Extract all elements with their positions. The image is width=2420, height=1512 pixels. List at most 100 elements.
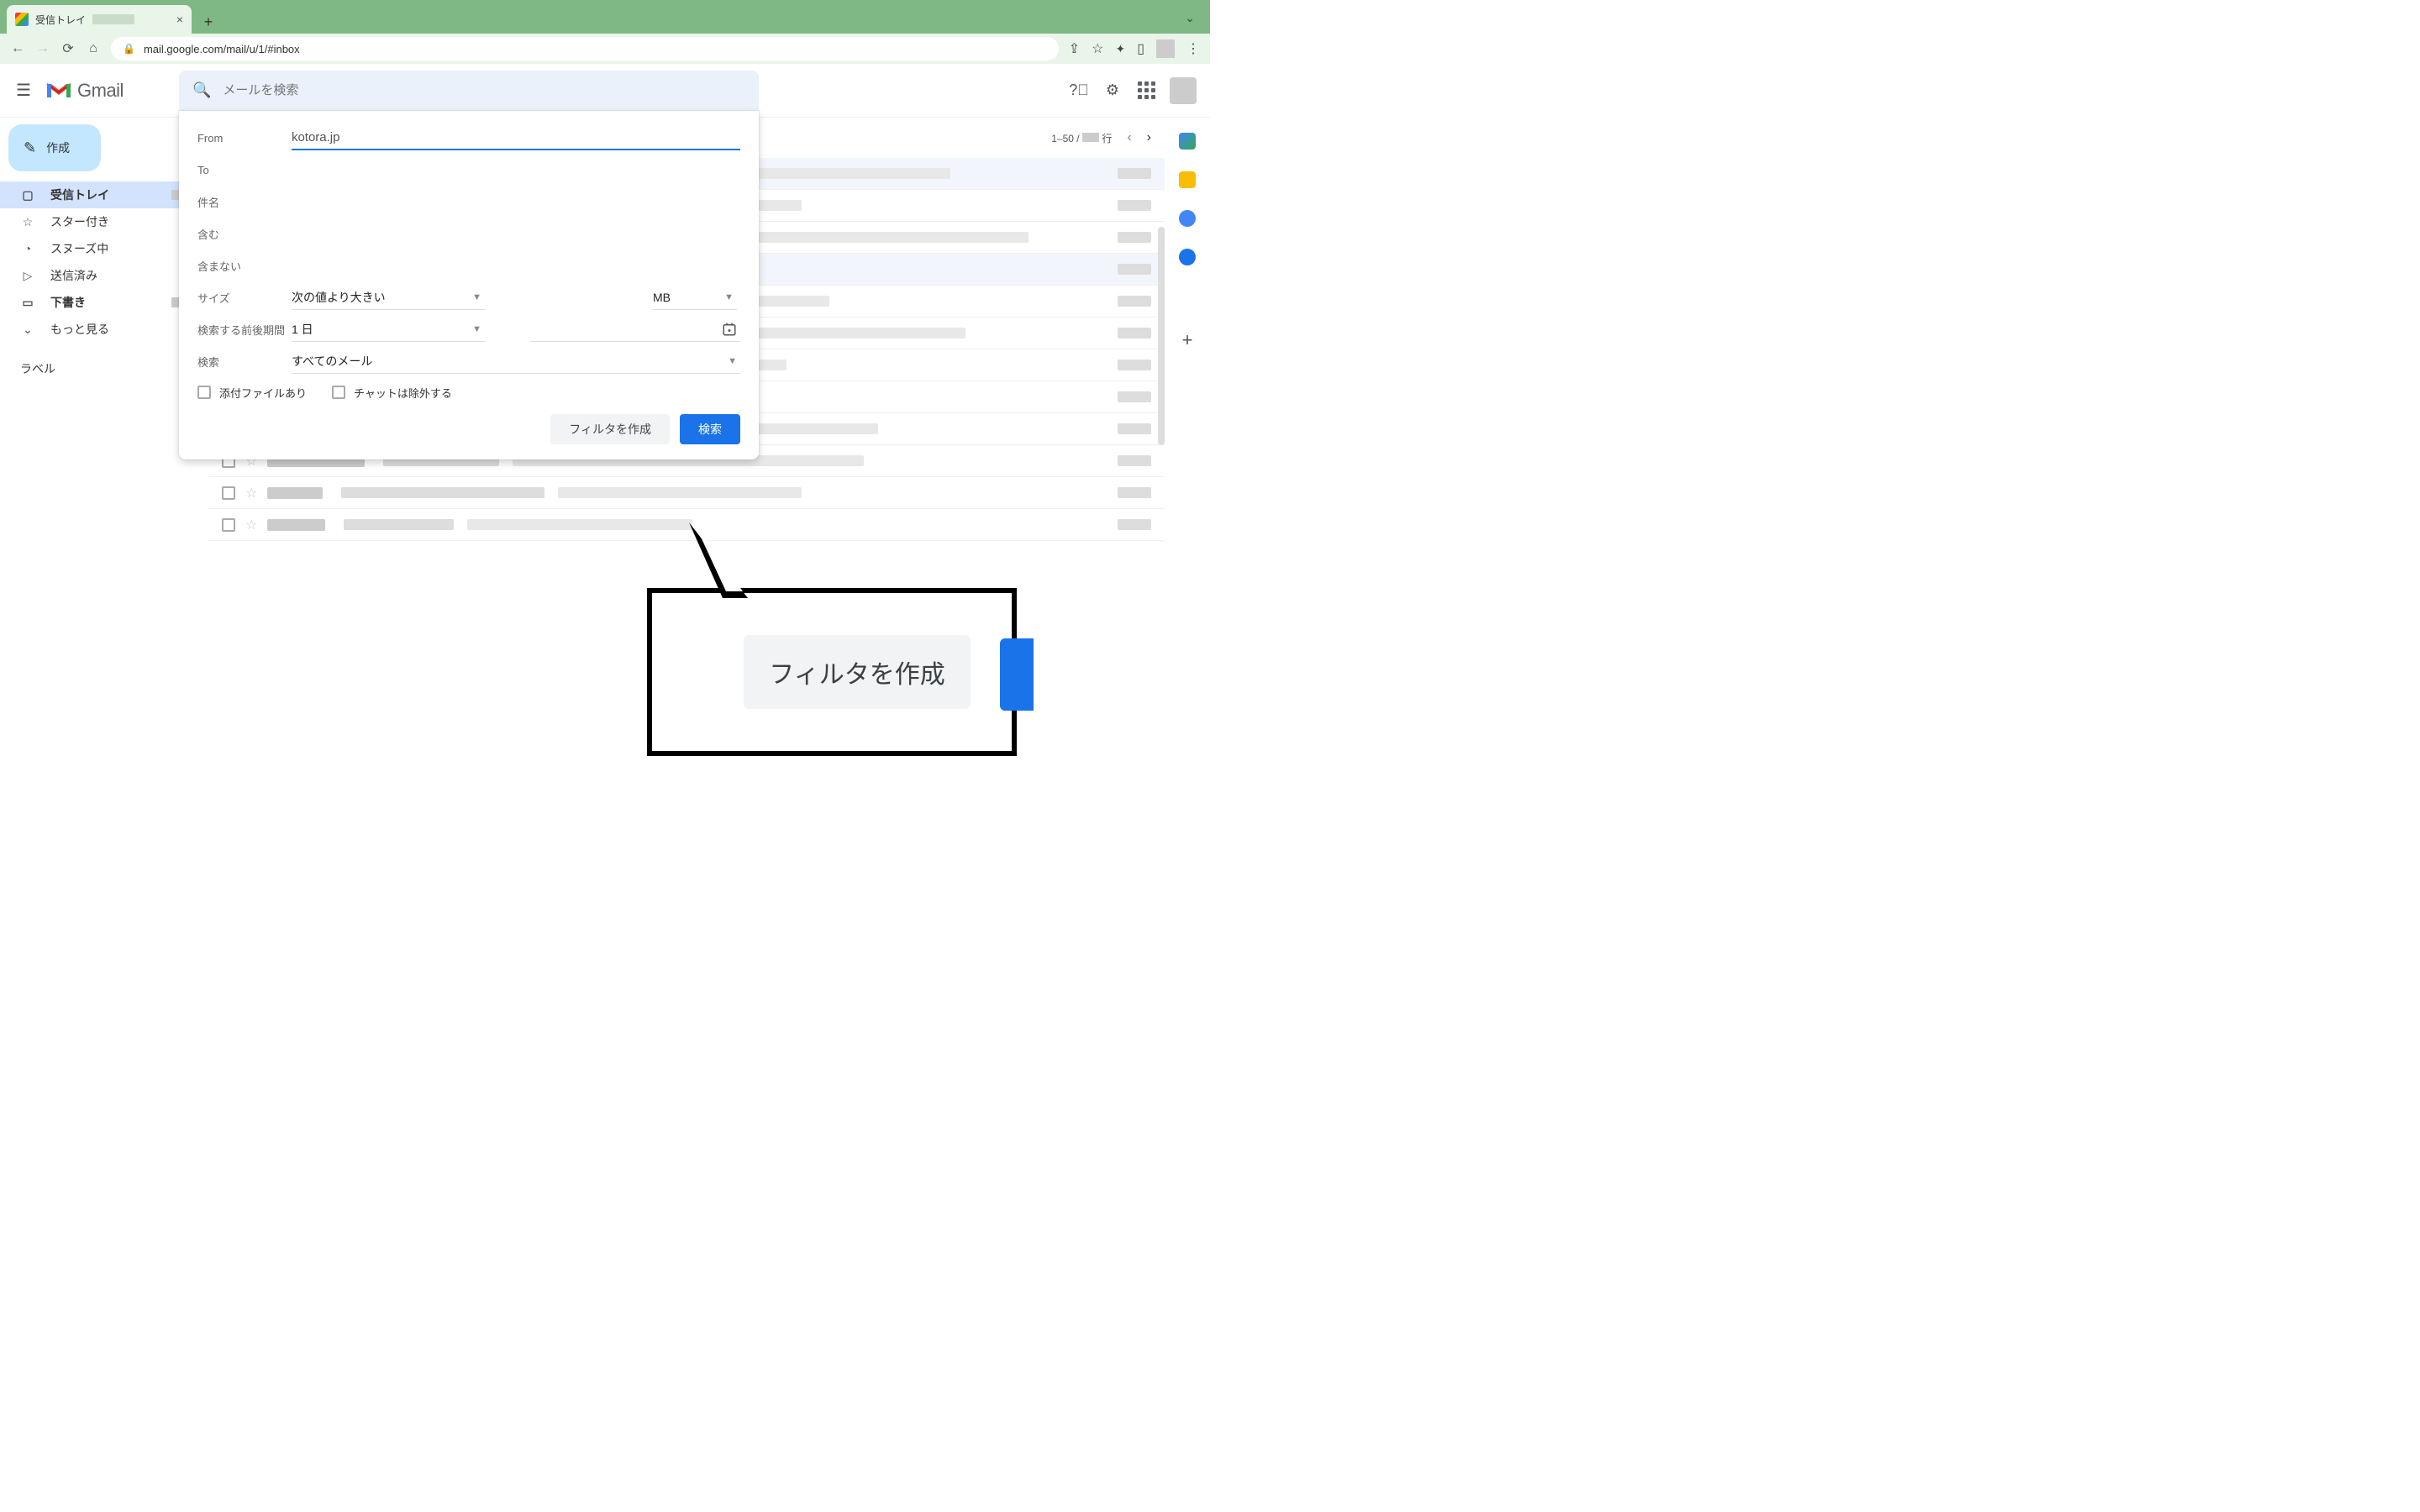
star-icon[interactable]: ☆ (245, 517, 257, 533)
mail-row[interactable]: ☆ (208, 477, 1165, 509)
mail-row[interactable]: ☆ (208, 509, 1165, 541)
redacted-subject (341, 487, 544, 498)
kebab-menu-icon[interactable]: ⋮ (1186, 40, 1200, 57)
search-icon[interactable]: 🔍 (192, 81, 211, 99)
prev-page-icon[interactable]: ‹ (1127, 130, 1131, 145)
date-range-select[interactable]: 1 日▼ (292, 318, 485, 342)
chevron-down-icon: ▼ (472, 324, 481, 334)
pencil-icon: ✎ (24, 139, 36, 157)
help-icon[interactable]: ?⃝ (1069, 81, 1089, 101)
has-attachment-checkbox[interactable]: 添付ファイルあり (197, 385, 307, 401)
reader-icon[interactable]: ▯ (1137, 40, 1144, 57)
hamburger-menu-icon[interactable]: ☰ (13, 81, 34, 101)
callout-arrow-icon (689, 522, 790, 602)
forward-icon[interactable]: → (35, 41, 50, 56)
sidebar-item-2[interactable]: ◔スヌーズ中 (0, 235, 198, 262)
row-checkbox[interactable] (222, 486, 235, 500)
sidebar: ✎ 作成 ▢受信トレイ☆スター付き◔スヌーズ中▷送信済み▭下書き⌄もっと見る ラ… (0, 118, 208, 756)
sidebar-icon: ▭ (20, 296, 35, 310)
redacted-date (1118, 455, 1151, 466)
keep-app-icon[interactable] (1179, 171, 1196, 188)
search-box[interactable]: 🔍 From To 件名 含む 含まない (179, 71, 759, 111)
share-icon[interactable]: ⇪ (1069, 40, 1080, 57)
profile-avatar[interactable] (1156, 39, 1175, 58)
apps-rail: + (1165, 118, 1210, 756)
date-range-label: 検索する前後期間 (197, 322, 292, 338)
tasks-app-icon[interactable] (1179, 210, 1196, 227)
from-input[interactable] (292, 127, 740, 150)
back-icon[interactable]: ← (10, 41, 25, 56)
star-icon[interactable]: ☆ (245, 485, 257, 501)
labels-heading: ラベル + (0, 343, 208, 377)
close-tab-icon[interactable]: × (176, 13, 183, 26)
home-icon[interactable]: ⌂ (86, 41, 101, 56)
gmail-logo[interactable]: Gmail (45, 80, 124, 102)
reload-icon[interactable]: ⟳ (60, 40, 76, 57)
not-words-input[interactable] (292, 255, 740, 278)
checkbox-icon (332, 386, 345, 399)
gmail-wordmark: Gmail (77, 80, 124, 102)
chevron-down-icon: ▼ (724, 292, 734, 302)
redacted-date (1118, 519, 1151, 530)
redacted-subject (344, 519, 454, 530)
extensions-icon[interactable]: ✦ (1115, 42, 1125, 56)
has-words-label: 含む (197, 226, 292, 242)
has-words-input[interactable] (292, 223, 740, 246)
exclude-chats-checkbox[interactable]: チャットは除外する (332, 385, 452, 401)
page-range: 1–50 / 行 (1051, 131, 1112, 145)
to-input[interactable] (292, 159, 740, 182)
redacted-date (1118, 391, 1151, 402)
sidebar-icon: ⌄ (20, 323, 35, 337)
contacts-app-icon[interactable] (1179, 249, 1196, 265)
sidebar-item-4[interactable]: ▭下書き (0, 289, 198, 316)
subject-input[interactable] (292, 191, 740, 214)
apps-grid-icon[interactable] (1136, 81, 1156, 101)
browser-tab[interactable]: 受信トレイ × (7, 5, 192, 34)
browser-right-icons: ⇪ ☆ ✦ ▯ ⋮ (1069, 39, 1200, 58)
sidebar-item-5[interactable]: ⌄もっと見る (0, 316, 198, 343)
search-in-label: 検索 (197, 354, 292, 370)
browser-toolbar: ← → ⟳ ⌂ 🔒 mail.google.com/mail/u/1/#inbo… (0, 34, 1210, 64)
size-unit-select[interactable]: MB▼ (653, 286, 737, 310)
add-app-icon[interactable]: + (1182, 329, 1193, 351)
size-operator-select[interactable]: 次の値より大きい▼ (292, 286, 485, 310)
sidebar-item-3[interactable]: ▷送信済み (0, 262, 198, 289)
new-tab-button[interactable]: + (197, 10, 220, 34)
redacted-sender (267, 487, 322, 499)
search-button[interactable]: 検索 (680, 414, 740, 444)
annotation-callout: フィルタを作成 (647, 588, 1017, 756)
row-checkbox[interactable] (222, 518, 235, 532)
search-in-select[interactable]: すべてのメール▼ (292, 350, 740, 374)
url-text: mail.google.com/mail/u/1/#inbox (144, 43, 300, 55)
settings-gear-icon[interactable]: ⚙ (1102, 81, 1123, 101)
search-input[interactable] (223, 83, 745, 97)
date-picker[interactable] (530, 318, 740, 342)
not-words-label: 含まない (197, 258, 292, 274)
address-bar[interactable]: 🔒 mail.google.com/mail/u/1/#inbox (111, 37, 1059, 60)
calendar-icon (722, 322, 737, 337)
sidebar-item-1[interactable]: ☆スター付き (0, 208, 198, 235)
tab-list-chevron-icon[interactable]: ⌄ (1185, 11, 1195, 25)
gmail-header: ☰ Gmail 🔍 From To 件名 含む (0, 64, 1210, 118)
next-page-icon[interactable]: › (1147, 130, 1151, 145)
sidebar-icon: ☆ (20, 215, 35, 229)
redacted-date (1118, 487, 1151, 498)
account-avatar[interactable] (1170, 77, 1197, 104)
create-filter-button[interactable]: フィルタを作成 (550, 414, 670, 444)
gmail-m-icon (45, 81, 72, 101)
calendar-app-icon[interactable] (1179, 133, 1196, 150)
sidebar-item-0[interactable]: ▢受信トレイ (0, 181, 198, 208)
compose-button[interactable]: ✎ 作成 (8, 124, 101, 171)
chevron-down-icon: ▼ (728, 356, 737, 366)
redacted-date (1118, 264, 1151, 275)
tab-title: 受信トレイ (35, 13, 86, 27)
redacted-snippet (467, 519, 692, 530)
redacted-block (92, 14, 134, 24)
redacted-date (1118, 232, 1151, 243)
redacted-date (1118, 296, 1151, 307)
size-value-input[interactable] (518, 286, 636, 310)
bookmark-icon[interactable]: ☆ (1092, 40, 1103, 57)
redacted-date (1118, 360, 1151, 370)
scrollbar[interactable] (1158, 227, 1165, 445)
sidebar-icon: ◔ (20, 242, 35, 255)
